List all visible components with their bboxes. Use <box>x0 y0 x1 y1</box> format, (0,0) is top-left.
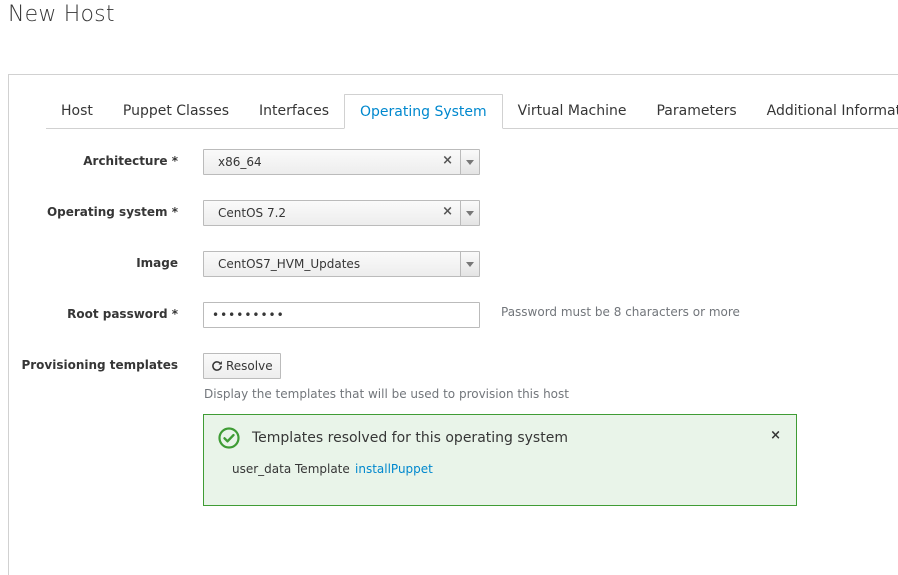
root-password-input[interactable] <box>203 302 480 328</box>
operating-system-value: CentOS 7.2 <box>218 206 287 220</box>
architecture-clear-icon[interactable]: × <box>442 153 453 168</box>
tab-interfaces[interactable]: Interfaces <box>244 94 344 128</box>
architecture-select[interactable]: x86_64 × <box>203 149 480 175</box>
operating-system-clear-icon[interactable]: × <box>442 204 453 219</box>
alert-title: Templates resolved for this operating sy… <box>252 430 568 446</box>
architecture-label: Architecture * <box>83 154 178 168</box>
operating-system-dropdown-arrow-icon[interactable] <box>460 201 479 225</box>
templates-resolved-alert: Templates resolved for this operating sy… <box>203 414 797 506</box>
provisioning-templates-help: Display the templates that will be used … <box>204 387 569 401</box>
root-password-label: Root password * <box>67 307 178 321</box>
tab-host[interactable]: Host <box>46 94 108 128</box>
image-value: CentOS7_HVM_Updates <box>218 257 361 271</box>
image-select[interactable]: CentOS7_HVM_Updates <box>203 251 480 277</box>
tab-parameters[interactable]: Parameters <box>641 94 751 128</box>
provisioning-templates-label: Provisioning templates <box>21 358 178 372</box>
template-link[interactable]: installPuppet <box>355 462 433 476</box>
operating-system-select[interactable]: CentOS 7.2 × <box>203 200 480 226</box>
image-dropdown-arrow-icon[interactable] <box>460 252 479 276</box>
template-type: user_data Template <box>232 462 350 476</box>
operating-system-label: Operating system * <box>46 205 178 219</box>
root-password-help: Password must be 8 characters or more <box>501 305 740 319</box>
refresh-icon <box>212 361 222 371</box>
tab-operating-system[interactable]: Operating System <box>344 94 503 129</box>
tab-additional-information[interactable]: Additional Information <box>752 94 898 128</box>
tab-virtual-machine[interactable]: Virtual Machine <box>503 94 642 128</box>
alert-close-icon[interactable]: × <box>770 428 781 443</box>
check-circle-icon <box>218 427 240 449</box>
tab-bar: Host Puppet Classes Interfaces Operating… <box>46 94 898 129</box>
resolve-button[interactable]: Resolve <box>203 353 281 379</box>
tab-puppet-classes[interactable]: Puppet Classes <box>108 94 244 128</box>
architecture-value: x86_64 <box>218 155 262 169</box>
page-title: New Host <box>8 2 115 27</box>
image-label: Image <box>136 256 178 270</box>
resolve-button-label: Resolve <box>226 359 273 373</box>
architecture-dropdown-arrow-icon[interactable] <box>460 150 479 174</box>
